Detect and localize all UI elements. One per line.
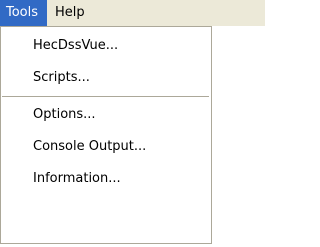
menu-bar: Tools Help — [0, 0, 265, 26]
menu-help[interactable]: Help — [49, 0, 89, 26]
menu-item-hecdssvue[interactable]: HecDssVue... — [1, 30, 211, 62]
menu-tools[interactable]: Tools — [0, 0, 47, 26]
menu-separator — [2, 96, 209, 97]
menu-item-console-output[interactable]: Console Output... — [1, 131, 211, 163]
menu-item-scripts[interactable]: Scripts... — [1, 62, 211, 94]
menu-item-information[interactable]: Information... — [1, 163, 211, 195]
menu-item-options[interactable]: Options... — [1, 99, 211, 131]
tools-dropdown-menu: HecDssVue... Scripts... Options... Conso… — [0, 26, 212, 244]
